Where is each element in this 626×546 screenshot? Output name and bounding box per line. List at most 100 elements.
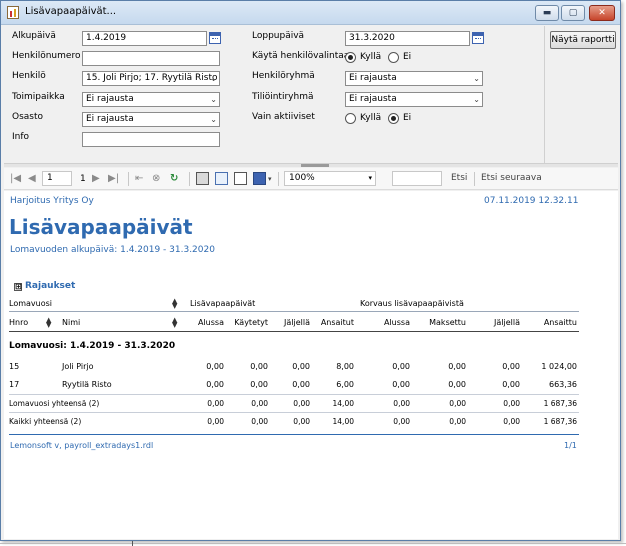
row-maksettu: 0,00 (448, 362, 466, 371)
back-icon[interactable]: ⇤ (135, 172, 143, 186)
tiliointiryhma-select-value: Ei rajausta (349, 94, 397, 104)
report-page: Harjoitus Yritys Oy 07.11.2019 12.32.11 … (4, 191, 618, 539)
column-header-divider (9, 331, 579, 332)
group-lisavapaapaivat-header: Lisävapaapäivät (190, 299, 256, 308)
toimipaikka-select[interactable]: Ei rajausta ⌄ (82, 92, 220, 107)
osasto-select[interactable]: Ei rajausta ⌄ (82, 112, 220, 127)
subtotal-maksettu: 0,00 (449, 399, 466, 408)
page-setup-icon[interactable] (234, 172, 247, 185)
parameter-splitter[interactable] (4, 163, 618, 167)
alkupaiva-calendar-icon[interactable] (209, 32, 221, 44)
row-jaljella: 0,00 (292, 380, 310, 389)
alkupaiva-label: Alkupäivä (12, 31, 56, 41)
find-next-link[interactable]: Etsi seuraava (481, 173, 542, 183)
zoom-select[interactable]: 100% ▾ (284, 171, 376, 186)
total-label: Kaikki yhteensä (2) (9, 417, 82, 426)
section-heading: Lomavuosi: 1.4.2019 - 31.3.2020 (9, 341, 176, 351)
export-icon[interactable] (253, 172, 266, 185)
column-header-hnro: Hnro (9, 318, 29, 327)
next-page-icon[interactable]: ▶ (92, 172, 100, 186)
maximize-button[interactable]: ▢ (561, 5, 585, 21)
show-report-button[interactable]: Näytä raportti (550, 31, 616, 49)
title-bar[interactable]: Lisävapaapäivät... ▬ ▢ ✕ (1, 1, 620, 25)
row-korvaus-alussa: 0,00 (392, 380, 410, 389)
column-header-ansaitut: Ansaitut (320, 318, 354, 327)
henkilo-select[interactable]: 15. Joli Pirjo; 17. Ryytilä Risto ⌄ (82, 71, 220, 86)
column-header-jaljella: Jäljellä (284, 318, 310, 327)
row-ansaittu: 1 024,00 (541, 362, 577, 371)
expand-icon[interactable]: ⊞ (14, 283, 22, 291)
henkiloryhma-select[interactable]: Ei rajausta ⌄ (345, 71, 483, 86)
loppupaiva-calendar-icon[interactable] (472, 32, 484, 44)
row-divider (9, 412, 579, 413)
row-jaljella: 0,00 (292, 362, 310, 371)
subtotal-jaljella: 0,00 (293, 399, 310, 408)
total-kaytetyt: 0,00 (251, 417, 268, 426)
vain-ei-label: Ei (403, 113, 412, 123)
stop-icon[interactable]: ⊗ (152, 172, 160, 186)
footer-divider (9, 434, 579, 435)
sort-icon[interactable]: ▲ ▼ (172, 298, 177, 310)
osasto-select-value: Ei rajausta (86, 114, 134, 124)
tiliointiryhma-label: Tiliöintiryhmä (252, 92, 314, 102)
window-title: Lisävapaapäivät... (25, 6, 117, 17)
sort-icon[interactable]: ▲ ▼ (46, 317, 51, 329)
filters-label: Rajaukset (25, 281, 76, 291)
alkupaiva-input[interactable]: 1.4.2019 (82, 31, 207, 46)
sort-icon[interactable]: ▲ ▼ (172, 317, 177, 329)
export-dropdown-icon[interactable]: ▾ (268, 172, 272, 186)
vain-ei-radio[interactable] (388, 113, 399, 124)
last-page-icon[interactable]: ▶| (108, 172, 119, 186)
loppupaiva-input[interactable]: 31.3.2020 (345, 31, 470, 46)
vain-kylla-radio[interactable] (345, 113, 356, 124)
chevron-down-icon: ⌄ (473, 74, 480, 83)
row-korvaus-alussa: 0,00 (392, 362, 410, 371)
henkilo-select-value: 15. Joli Pirjo; 17. Ryytilä Risto (86, 73, 218, 83)
row-ansaittu: 663,36 (549, 380, 577, 389)
print-icon[interactable] (196, 172, 209, 185)
desktop-divider (0, 543, 626, 544)
column-header-korvaus-alussa: Alussa (383, 318, 410, 327)
row-ansaitut: 8,00 (336, 362, 354, 371)
current-page-input[interactable]: 1 (42, 171, 72, 186)
henkilonumero-label: Henkilönumero (12, 51, 81, 61)
toolbar-separator (189, 172, 190, 186)
chevron-down-icon: ⌄ (210, 95, 217, 104)
tiliointiryhma-select[interactable]: Ei rajausta ⌄ (345, 92, 483, 107)
splitter-grip-icon[interactable] (301, 164, 329, 167)
subtotal-korvaus-jaljella: 0,00 (503, 399, 520, 408)
chevron-down-icon: ⌄ (473, 95, 480, 104)
report-date: 07.11.2019 12.32.11 (484, 196, 579, 206)
row-korvaus-jaljella: 0,00 (502, 362, 520, 371)
group-korvaus-header: Korvaus lisävapaapäivistä (360, 299, 464, 308)
total-korvaus-jaljella: 0,00 (503, 417, 520, 426)
toimipaikka-select-value: Ei rajausta (86, 94, 134, 104)
find-link[interactable]: Etsi (451, 173, 467, 183)
subtotal-korvaus-alussa: 0,00 (393, 399, 410, 408)
refresh-icon[interactable]: ↻ (170, 172, 178, 186)
report-title: Lisävapaapäivät (9, 215, 193, 239)
print-layout-icon[interactable] (215, 172, 228, 185)
vain-aktiiviset-label: Vain aktiiviset (252, 112, 315, 122)
close-button[interactable]: ✕ (589, 5, 615, 21)
row-hnro: 15 (9, 362, 20, 371)
info-input[interactable] (82, 132, 220, 147)
row-divider (9, 394, 579, 395)
row-kaytetyt: 0,00 (250, 362, 268, 371)
parameter-separator (544, 26, 545, 163)
first-page-icon[interactable]: |◀ (10, 172, 21, 186)
column-header-kaytetyt: Käytetyt (234, 318, 268, 327)
report-page-number: 1/1 (564, 441, 577, 450)
henkilonumero-input[interactable] (82, 51, 220, 66)
minimize-button[interactable]: ▬ (535, 5, 559, 21)
header-divider (9, 311, 579, 312)
kayta-ei-radio[interactable] (388, 52, 399, 63)
filters-toggle[interactable]: ⊞ Rajaukset (14, 281, 75, 291)
row-nimi: Joli Pirjo (62, 362, 94, 371)
kayta-kylla-radio[interactable] (345, 52, 356, 63)
row-alussa: 0,00 (206, 362, 224, 371)
find-input[interactable] (392, 171, 442, 186)
zoom-dropdown-icon: ▾ (368, 174, 372, 182)
previous-page-icon[interactable]: ◀ (28, 172, 36, 186)
column-header-maksettu: Maksettu (429, 318, 466, 327)
